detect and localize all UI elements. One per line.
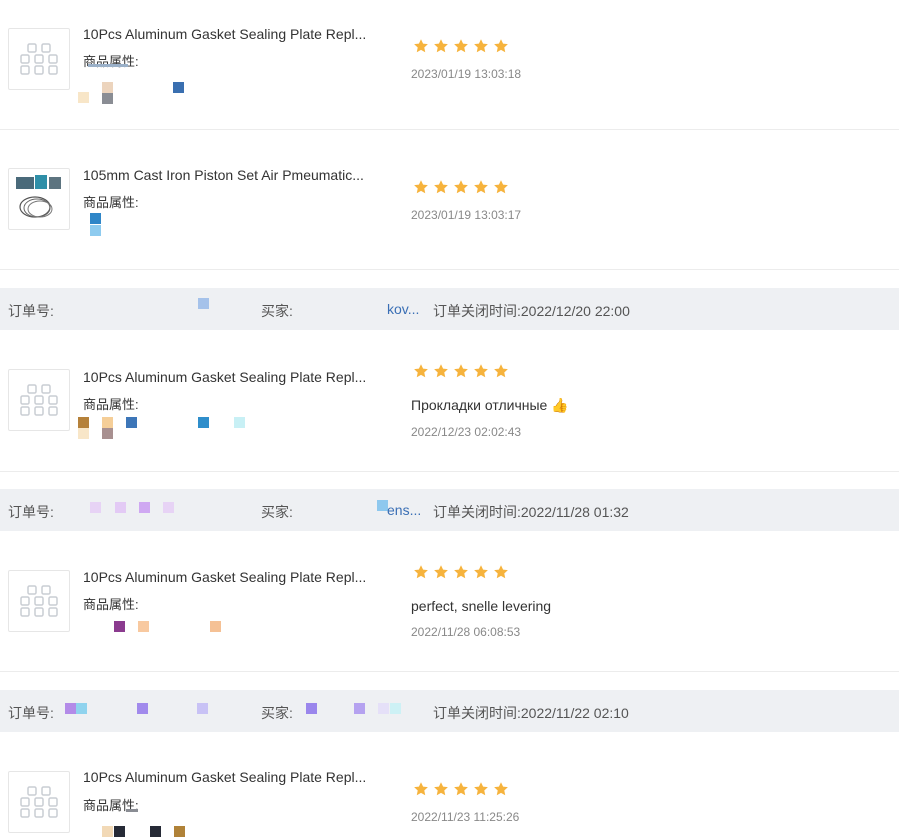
- review-date: 2022/12/23 02:02:43: [411, 425, 522, 439]
- star-icon: [474, 782, 488, 796]
- product-attribute-label: 商品属性:: [83, 597, 139, 612]
- review-comment: perfect, snelle levering: [411, 598, 552, 614]
- star-icon: [474, 565, 488, 579]
- star-icon: [414, 782, 428, 796]
- star-icon: [494, 782, 508, 796]
- order-number-redacted: [55, 501, 215, 517]
- star-icon: [494, 364, 508, 378]
- product-thumbnail[interactable]: [8, 369, 70, 431]
- product-thumbnail[interactable]: [8, 168, 70, 230]
- product-title[interactable]: 105mm Cast Iron Piston Set Air Pmeumatic…: [83, 167, 364, 183]
- star-icon: [414, 39, 428, 53]
- gasket-placeholder-icon: [20, 43, 58, 75]
- star-icon: [434, 782, 448, 796]
- gasket-placeholder-icon: [20, 786, 58, 818]
- order-number-label: 订单号:: [8, 504, 54, 520]
- product-title[interactable]: 10Pcs Aluminum Gasket Sealing Plate Repl…: [83, 769, 366, 785]
- review-item: 10Pcs Aluminum Gasket Sealing Plate Repl…: [0, 733, 899, 837]
- attribute-swatches-redacted: [78, 212, 258, 236]
- order-header: 订单号: 买家: kov... 订单关闭时间:2022/12/20 22:00: [0, 288, 899, 330]
- attribute-swatches-redacted: [78, 620, 258, 642]
- star-icon: [494, 180, 508, 194]
- order-closed-time: 订单关闭时间:2022/11/22 02:10: [433, 705, 629, 721]
- order-header: 订单号: 买家: 订单关闭时间:2022/11/22 02:10: [0, 690, 899, 732]
- star-icon: [454, 565, 468, 579]
- star-icon: [414, 565, 428, 579]
- star-icon: [434, 39, 448, 53]
- star-icon: [454, 364, 468, 378]
- buyer-name[interactable]: kov...: [387, 301, 419, 317]
- order-review-list: 10Pcs Aluminum Gasket Sealing Plate Repl…: [0, 0, 899, 837]
- rating-stars: [413, 38, 509, 56]
- gasket-placeholder-icon: [20, 585, 58, 617]
- order-number-redacted: [55, 298, 215, 316]
- rating-stars: [413, 564, 509, 582]
- review-item: 10Pcs Aluminum Gasket Sealing Plate Repl…: [0, 0, 899, 130]
- review-date: 2022/11/23 11:25:26: [411, 810, 520, 824]
- order-header: 订单号: 买家: ens... 订单关闭时间:2022/11/28 01:32: [0, 489, 899, 531]
- review-date: 2022/11/28 06:08:53: [411, 625, 521, 639]
- review-item: 105mm Cast Iron Piston Set Air Pmeumatic…: [0, 130, 899, 270]
- attribute-swatches-redacted: [78, 62, 258, 104]
- buyer-label: 买家:: [261, 705, 293, 721]
- buyer-label: 买家:: [261, 504, 293, 520]
- buyer-name-redacted: [300, 702, 420, 718]
- review-date: 2023/01/19 13:03:18: [411, 67, 522, 81]
- star-icon: [494, 39, 508, 53]
- order-closed-time: 订单关闭时间:2022/11/28 01:32: [433, 504, 629, 520]
- review-item: 10Pcs Aluminum Gasket Sealing Plate Repl…: [0, 331, 899, 472]
- buyer-name[interactable]: ens...: [387, 502, 421, 518]
- rating-stars: [413, 179, 509, 197]
- star-icon: [494, 565, 508, 579]
- attribute-swatches-redacted: [78, 809, 258, 839]
- star-icon: [454, 180, 468, 194]
- buyer-label: 买家:: [261, 303, 293, 319]
- review-date: 2023/01/19 13:03:17: [411, 208, 522, 222]
- star-icon: [434, 565, 448, 579]
- rating-stars: [413, 363, 509, 381]
- star-icon: [434, 364, 448, 378]
- product-thumbnail[interactable]: [8, 771, 70, 833]
- star-icon: [454, 782, 468, 796]
- star-icon: [474, 39, 488, 53]
- product-attribute-label: 商品属性:: [83, 397, 139, 412]
- product-thumbnail[interactable]: [8, 570, 70, 632]
- order-closed-time: 订单关闭时间:2022/12/20 22:00: [433, 303, 630, 319]
- order-number-label: 订单号:: [8, 303, 54, 319]
- attribute-swatches-redacted: [78, 417, 258, 439]
- star-icon: [474, 180, 488, 194]
- review-comment: Прокладки отличные 👍: [411, 397, 569, 413]
- product-title[interactable]: 10Pcs Aluminum Gasket Sealing Plate Repl…: [83, 26, 366, 42]
- product-attribute-label: 商品属性:: [83, 195, 139, 210]
- star-icon: [414, 180, 428, 194]
- piston-photo: [13, 173, 65, 225]
- review-item: 10Pcs Aluminum Gasket Sealing Plate Repl…: [0, 532, 899, 672]
- star-icon: [474, 364, 488, 378]
- buyer-name-redacted: [300, 500, 390, 517]
- rating-stars: [413, 781, 509, 799]
- product-thumbnail[interactable]: [8, 28, 70, 90]
- star-icon: [454, 39, 468, 53]
- star-icon: [434, 180, 448, 194]
- product-title[interactable]: 10Pcs Aluminum Gasket Sealing Plate Repl…: [83, 569, 366, 585]
- product-title[interactable]: 10Pcs Aluminum Gasket Sealing Plate Repl…: [83, 369, 366, 385]
- star-icon: [414, 364, 428, 378]
- order-number-label: 订单号:: [8, 705, 54, 721]
- order-number-redacted: [55, 702, 215, 718]
- gasket-placeholder-icon: [20, 384, 58, 416]
